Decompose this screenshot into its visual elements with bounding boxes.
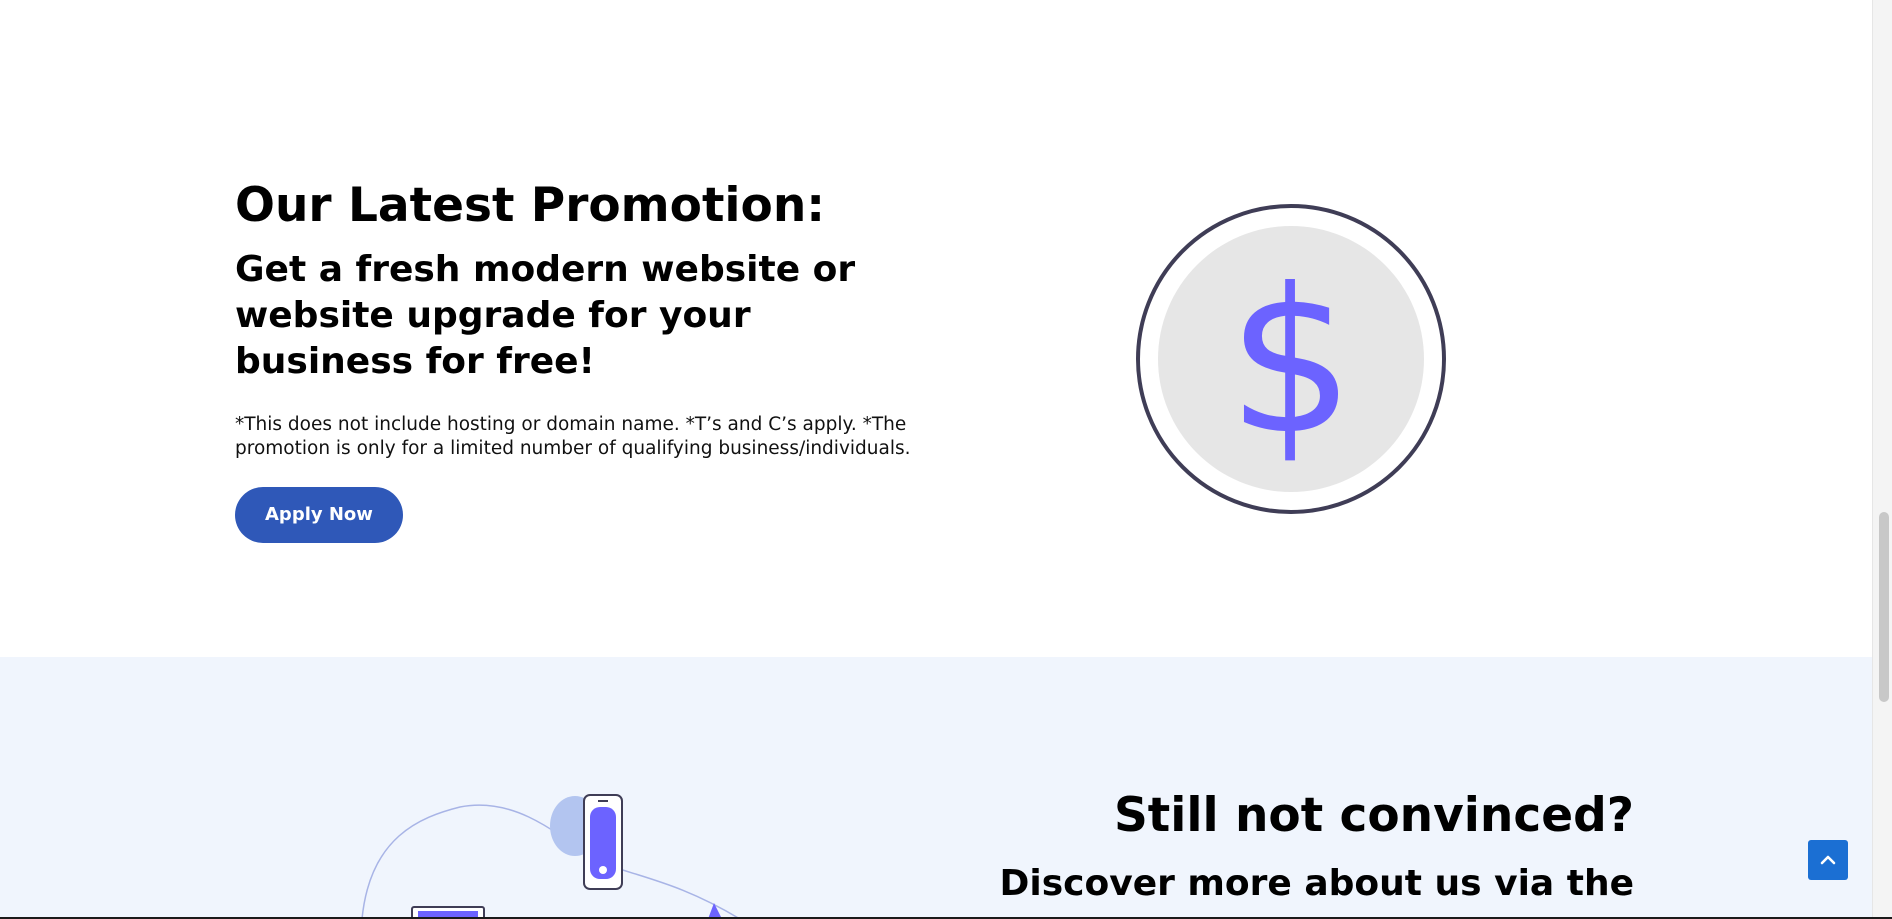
promotion-section: Our Latest Promotion: Get a fresh modern… [0,0,1872,657]
back-to-top-button[interactable] [1808,840,1848,880]
scrollbar-thumb[interactable] [1879,512,1889,702]
page: Our Latest Promotion: Get a fresh modern… [0,0,1892,919]
vertical-scrollbar[interactable] [1872,0,1892,919]
promotion-subtitle: Get a fresh modern website or website up… [235,249,856,382]
dollar-coin-icon: $ [1136,204,1446,514]
chevron-up-icon [1820,855,1836,865]
dollar-sign-text: $ [1227,246,1354,479]
convince-title: Still not convinced? [1113,788,1634,843]
promotion-text-block: Our Latest Promotion: Get a fresh modern… [235,175,935,543]
convince-text-block: Still not convinced? Discover more about… [834,785,1634,907]
promotion-disclaimer: *This does not include hosting or domain… [235,414,911,459]
convince-subtitle: Discover more about us via the [999,863,1634,904]
convince-section: Still not convinced? Discover more about… [0,657,1872,919]
apply-now-button[interactable]: Apply Now [235,487,403,543]
devices-illustration [361,794,741,919]
promotion-title: Our Latest Promotion: [235,178,826,233]
